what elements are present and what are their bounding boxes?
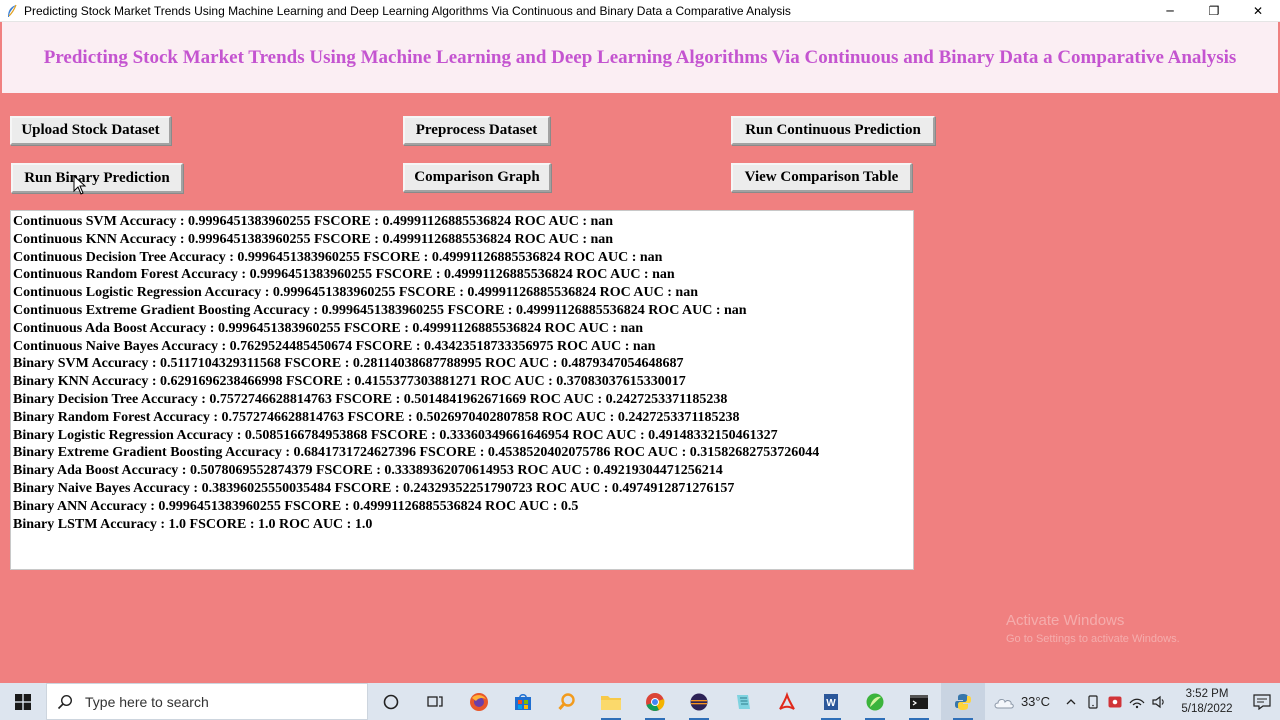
cortana-icon[interactable]: [369, 683, 413, 720]
watermark-subtitle: Go to Settings to activate Windows.: [1006, 633, 1180, 645]
output-line: Continuous KNN Accuracy : 0.999645138396…: [13, 231, 614, 247]
clock-date: 5/18/2022: [1181, 702, 1233, 715]
output-line: Continuous Decision Tree Accuracy : 0.99…: [13, 249, 663, 265]
output-line: Continuous SVM Accuracy : 0.999645138396…: [13, 214, 614, 229]
output-line: Binary Logistic Regression Accuracy : 0.…: [13, 427, 778, 443]
phone-link-icon[interactable]: [1082, 683, 1104, 720]
preprocess-dataset-button[interactable]: Preprocess Dataset: [403, 116, 550, 145]
output-line: Binary SVM Accuracy : 0.5117104329311568…: [13, 356, 684, 372]
output-line: Binary LSTM Accuracy : 1.0 FSCORE : 1.0 …: [13, 516, 373, 532]
run-binary-prediction-button[interactable]: Run Binary Prediction: [11, 163, 183, 193]
output-line: Continuous Extreme Gradient Boosting Acc…: [13, 302, 747, 318]
restore-button[interactable]: ❐: [1192, 0, 1236, 22]
app-header: Predicting Stock Market Trends Using Mac…: [2, 22, 1278, 93]
output-line: Binary Extreme Gradient Boosting Accurac…: [13, 445, 820, 461]
python-icon[interactable]: [941, 683, 985, 720]
acrobat-icon[interactable]: [765, 683, 809, 720]
windows-logo-icon: [15, 693, 31, 710]
start-button[interactable]: [0, 683, 46, 720]
mouse-cursor-icon: [73, 175, 87, 195]
cloud-icon: [994, 698, 1014, 708]
temperature: 33°C: [1020, 694, 1050, 709]
firefox-icon[interactable]: [457, 683, 501, 720]
output-line: Continuous Random Forest Accuracy : 0.99…: [13, 267, 675, 283]
notification-center-icon[interactable]: [1244, 683, 1280, 720]
speaker-icon[interactable]: [1148, 683, 1170, 720]
search-tool-icon[interactable]: [545, 683, 589, 720]
feather-app-icon: [4, 3, 20, 19]
view-comparison-table-button[interactable]: View Comparison Table: [731, 163, 912, 192]
recording-icon[interactable]: [1104, 683, 1126, 720]
search-icon: [57, 694, 73, 709]
store-icon[interactable]: [501, 683, 545, 720]
eclipse-icon[interactable]: [677, 683, 721, 720]
clock[interactable]: 3:52 PM 5/18/2022: [1176, 687, 1238, 717]
output-text-area[interactable]: Continuous SVM Accuracy : 0.999645138396…: [10, 210, 914, 570]
activate-windows-watermark: Activate Windows Go to Settings to activ…: [1006, 612, 1180, 645]
app-icon[interactable]: [853, 683, 897, 720]
watermark-title: Activate Windows: [1006, 612, 1125, 629]
weather-widget[interactable]: 33°C: [993, 694, 1050, 710]
search-placeholder: Type here to search: [85, 693, 209, 710]
system-tray: 33°C 3:52 PM 5/18/2022: [993, 683, 1280, 720]
output-line: Binary Ada Boost Accuracy : 0.5078069552…: [13, 463, 723, 479]
minimize-button[interactable]: ─: [1148, 0, 1192, 22]
run-continuous-prediction-button[interactable]: Run Continuous Prediction: [731, 116, 935, 145]
comparison-graph-button[interactable]: Comparison Graph: [403, 163, 551, 192]
output-line: Binary Naive Bayes Accuracy : 0.38396025…: [13, 480, 735, 496]
output-line: Continuous Logistic Regression Accuracy …: [13, 285, 698, 301]
taskbar: Type here to search W 33°C 3:52 PM 5/18/…: [0, 683, 1280, 720]
output-line: Binary Random Forest Accuracy : 0.757274…: [13, 409, 740, 425]
page-title: Predicting Stock Market Trends Using Mac…: [43, 46, 1237, 68]
terminal-icon[interactable]: [897, 683, 941, 720]
clock-time: 3:52 PM: [1185, 687, 1229, 700]
chrome-icon[interactable]: [633, 683, 677, 720]
taskbar-search-box[interactable]: Type here to search: [46, 683, 368, 720]
output-line: Binary Decision Tree Accuracy : 0.757274…: [13, 391, 728, 407]
notepad-icon[interactable]: [721, 683, 765, 720]
output-line: Binary KNN Accuracy : 0.6291696238466998…: [13, 374, 686, 390]
output-line: Continuous Naive Bayes Accuracy : 0.7629…: [13, 338, 656, 354]
output-line: Binary ANN Accuracy : 0.9996451383960255…: [13, 498, 579, 514]
task-view-icon[interactable]: [413, 683, 457, 720]
upload-stock-dataset-button[interactable]: Upload Stock Dataset: [10, 116, 171, 145]
file-explorer-icon[interactable]: [589, 683, 633, 720]
chevron-up-icon[interactable]: [1060, 683, 1082, 720]
window-title-bar[interactable]: Predicting Stock Market Trends Using Mac…: [0, 0, 1280, 22]
network-icon[interactable]: [1126, 683, 1148, 720]
window-title: Predicting Stock Market Trends Using Mac…: [24, 3, 791, 18]
output-line: Continuous Ada Boost Accuracy : 0.999645…: [13, 320, 644, 336]
word-icon[interactable]: W: [809, 683, 853, 720]
svg-text:W: W: [826, 698, 836, 709]
close-button[interactable]: ✕: [1236, 0, 1280, 22]
